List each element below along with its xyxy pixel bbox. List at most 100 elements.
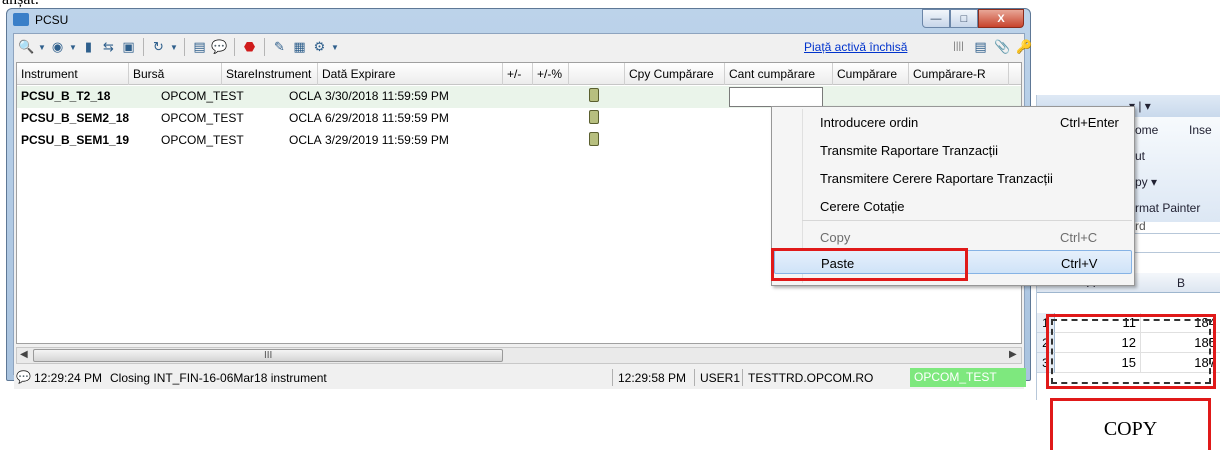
cell-instrument: PCSU_B_SEM1_19 [21, 133, 130, 147]
cell-expirare: 3/29/2019 11:59:59 PM [325, 133, 449, 147]
menu-item-label: Transmite Raportare Tranzacții [820, 143, 998, 158]
column-header-cumparare[interactable]: Cumpărare [833, 63, 909, 85]
book-icon[interactable]: ▮ [80, 39, 97, 56]
dropdown-arrow-icon[interactable]: ▼ [69, 39, 77, 56]
title-bar[interactable]: PCSU — □ X [7, 9, 1030, 31]
column-header-change-pct[interactable]: +/-% [533, 63, 569, 85]
status-separator [694, 369, 695, 386]
cut-button[interactable]: ut [1135, 149, 1145, 163]
horizontal-scrollbar[interactable]: ◀ III ▶ [16, 347, 1022, 364]
paste-highlight-box [771, 248, 968, 281]
cell-instrument: PCSU_B_SEM2_18 [21, 111, 130, 125]
scrollbar-thumb[interactable]: III [33, 349, 503, 362]
status-message: Closing INT_FIN-16-06Mar18 instrument [110, 371, 327, 385]
export-icon[interactable]: ▦ [291, 39, 308, 56]
cell-stare: OCLA [289, 133, 322, 147]
layout-icon[interactable]: ▤ [972, 38, 989, 55]
menu-item-label: Copy [820, 230, 851, 245]
search-icon[interactable]: 🔍 [18, 39, 35, 56]
status-clock: 12:29:58 PM [618, 371, 687, 385]
order-book-icon[interactable] [589, 88, 599, 102]
quantity-input[interactable] [729, 87, 823, 107]
transfer-icon[interactable]: ⇆ [100, 39, 117, 56]
toolbar-separator [264, 38, 265, 56]
tab-home[interactable]: ome [1135, 123, 1158, 137]
cell-expirare: 3/30/2018 11:59:59 PM [325, 89, 449, 103]
edit-icon[interactable]: ✎ [271, 39, 288, 56]
minimize-button[interactable]: — [922, 9, 950, 28]
cell-expirare: 6/29/2018 11:59:59 PM [325, 111, 449, 125]
cell-stare: OCLA [289, 89, 322, 103]
message-icon: 💬 [16, 370, 31, 384]
app-icon [13, 13, 29, 26]
menu-separator [802, 220, 1132, 221]
maximize-button[interactable]: □ [950, 9, 978, 28]
status-environment-badge: OPCOM_TEST [910, 368, 1026, 387]
menu-item-copy[interactable]: Copy Ctrl+C [774, 225, 1132, 249]
format-painter-button[interactable]: rmat Painter [1135, 201, 1200, 215]
order-book-icon[interactable] [589, 110, 599, 124]
menu-item-transmitere-cerere[interactable]: Transmitere Cerere Raportare Tranzacții [774, 166, 1132, 190]
window-icon[interactable]: ▣ [120, 39, 137, 56]
menu-item-label: Transmitere Cerere Raportare Tranzacții [820, 171, 1053, 186]
status-separator [612, 369, 613, 386]
grid-header: Instrument Bursă StareInstrument Dată Ex… [17, 63, 1021, 85]
column-header-expirare[interactable]: Dată Expirare [318, 63, 503, 85]
menu-item-shortcut: Ctrl+C [1060, 230, 1098, 245]
menu-item-label: Introducere ordin [820, 115, 919, 130]
column-header-stare[interactable]: StareInstrument [222, 63, 318, 85]
cell-instrument: PCSU_B_T2_18 [21, 89, 111, 103]
stop-icon[interactable]: ⬣ [241, 39, 258, 56]
market-status-link[interactable]: Piață activă închisă [804, 40, 907, 54]
column-header-instrument[interactable]: Instrument [17, 63, 129, 85]
chat-icon[interactable]: 💬 [211, 39, 228, 56]
table-row[interactable]: PCSU_B_T2_18 OPCOM_TEST OCLA 3/30/2018 1… [17, 86, 1021, 108]
toolbar-separator [234, 38, 235, 56]
column-header-bursa[interactable]: Bursă [129, 63, 222, 85]
tab-insert[interactable]: Inse [1189, 123, 1212, 137]
menu-item-shortcut: Ctrl+V [1061, 256, 1098, 271]
column-header-change[interactable]: +/- [503, 63, 533, 85]
copy-highlight-box [1046, 314, 1216, 389]
menu-item-label: Cerere Cotație [820, 199, 905, 214]
column-header-cpy-cumparare[interactable]: Cpy Cumpărare [625, 63, 725, 85]
column-header-cant-cumparare[interactable]: Cant cumpărare [725, 63, 833, 85]
status-time: 12:29:24 PM [34, 371, 103, 385]
dropdown-arrow-icon[interactable]: ▼ [38, 39, 46, 56]
menu-item-transmite-raportare[interactable]: Transmite Raportare Tranzacții [774, 138, 1132, 162]
status-server: TESTTRD.OPCOM.RO [748, 371, 874, 385]
copy-button[interactable]: py ▾ [1135, 175, 1157, 189]
close-button[interactable]: X [978, 9, 1024, 28]
grid-icon[interactable]: ▤ [191, 39, 208, 56]
toolbar: 🔍 ▼ ◉ ▼ ▮ ⇆ ▣ ↻ ▼ ▤ 💬 ⬣ ✎ ▦ ⚙ ▼ Piață ac… [14, 34, 1033, 60]
menu-item-cerere-cotatie[interactable]: Cerere Cotație [774, 194, 1132, 218]
column-header-cumparare-r[interactable]: Cumpărare-R [909, 63, 1009, 85]
attach-icon[interactable]: 📎 [994, 38, 1011, 55]
copy-annotation-label: COPY [1050, 398, 1211, 450]
scroll-right-icon[interactable]: ▶ [1009, 349, 1017, 360]
toolbar-separator [184, 38, 185, 56]
menu-item-shortcut: Ctrl+Enter [1060, 115, 1119, 130]
refresh-icon[interactable]: ↻ [150, 39, 167, 56]
scrollbar-grip: III [264, 350, 273, 361]
dropdown-arrow-icon[interactable]: ▼ [331, 39, 339, 56]
window-title: PCSU [35, 13, 69, 27]
options-icon[interactable]: ⚙ [311, 39, 328, 56]
cell-bursa: OPCOM_TEST [161, 89, 244, 103]
dropdown-arrow-icon[interactable]: ▼ [170, 39, 178, 56]
column-header-blank[interactable] [569, 63, 625, 85]
status-separator [742, 369, 743, 386]
status-bar: 💬 12:29:24 PM Closing INT_FIN-16-06Mar18… [14, 367, 1026, 389]
cell-bursa: OPCOM_TEST [161, 111, 244, 125]
clipboard-group-label: rd [1135, 219, 1146, 233]
key-icon[interactable]: 🔑 [1016, 38, 1033, 55]
column-header-b[interactable]: B [1177, 276, 1185, 290]
toolbar-separator [143, 38, 144, 56]
cell-stare: OCLA [289, 111, 322, 125]
cell-bursa: OPCOM_TEST [161, 133, 244, 147]
menu-item-introducere-ordin[interactable]: Introducere ordin Ctrl+Enter [774, 110, 1132, 134]
eye-icon[interactable]: ◉ [49, 39, 66, 56]
scroll-left-icon[interactable]: ◀ [20, 349, 28, 360]
order-book-icon[interactable] [589, 132, 599, 146]
grip-icon: |||| [953, 41, 964, 52]
